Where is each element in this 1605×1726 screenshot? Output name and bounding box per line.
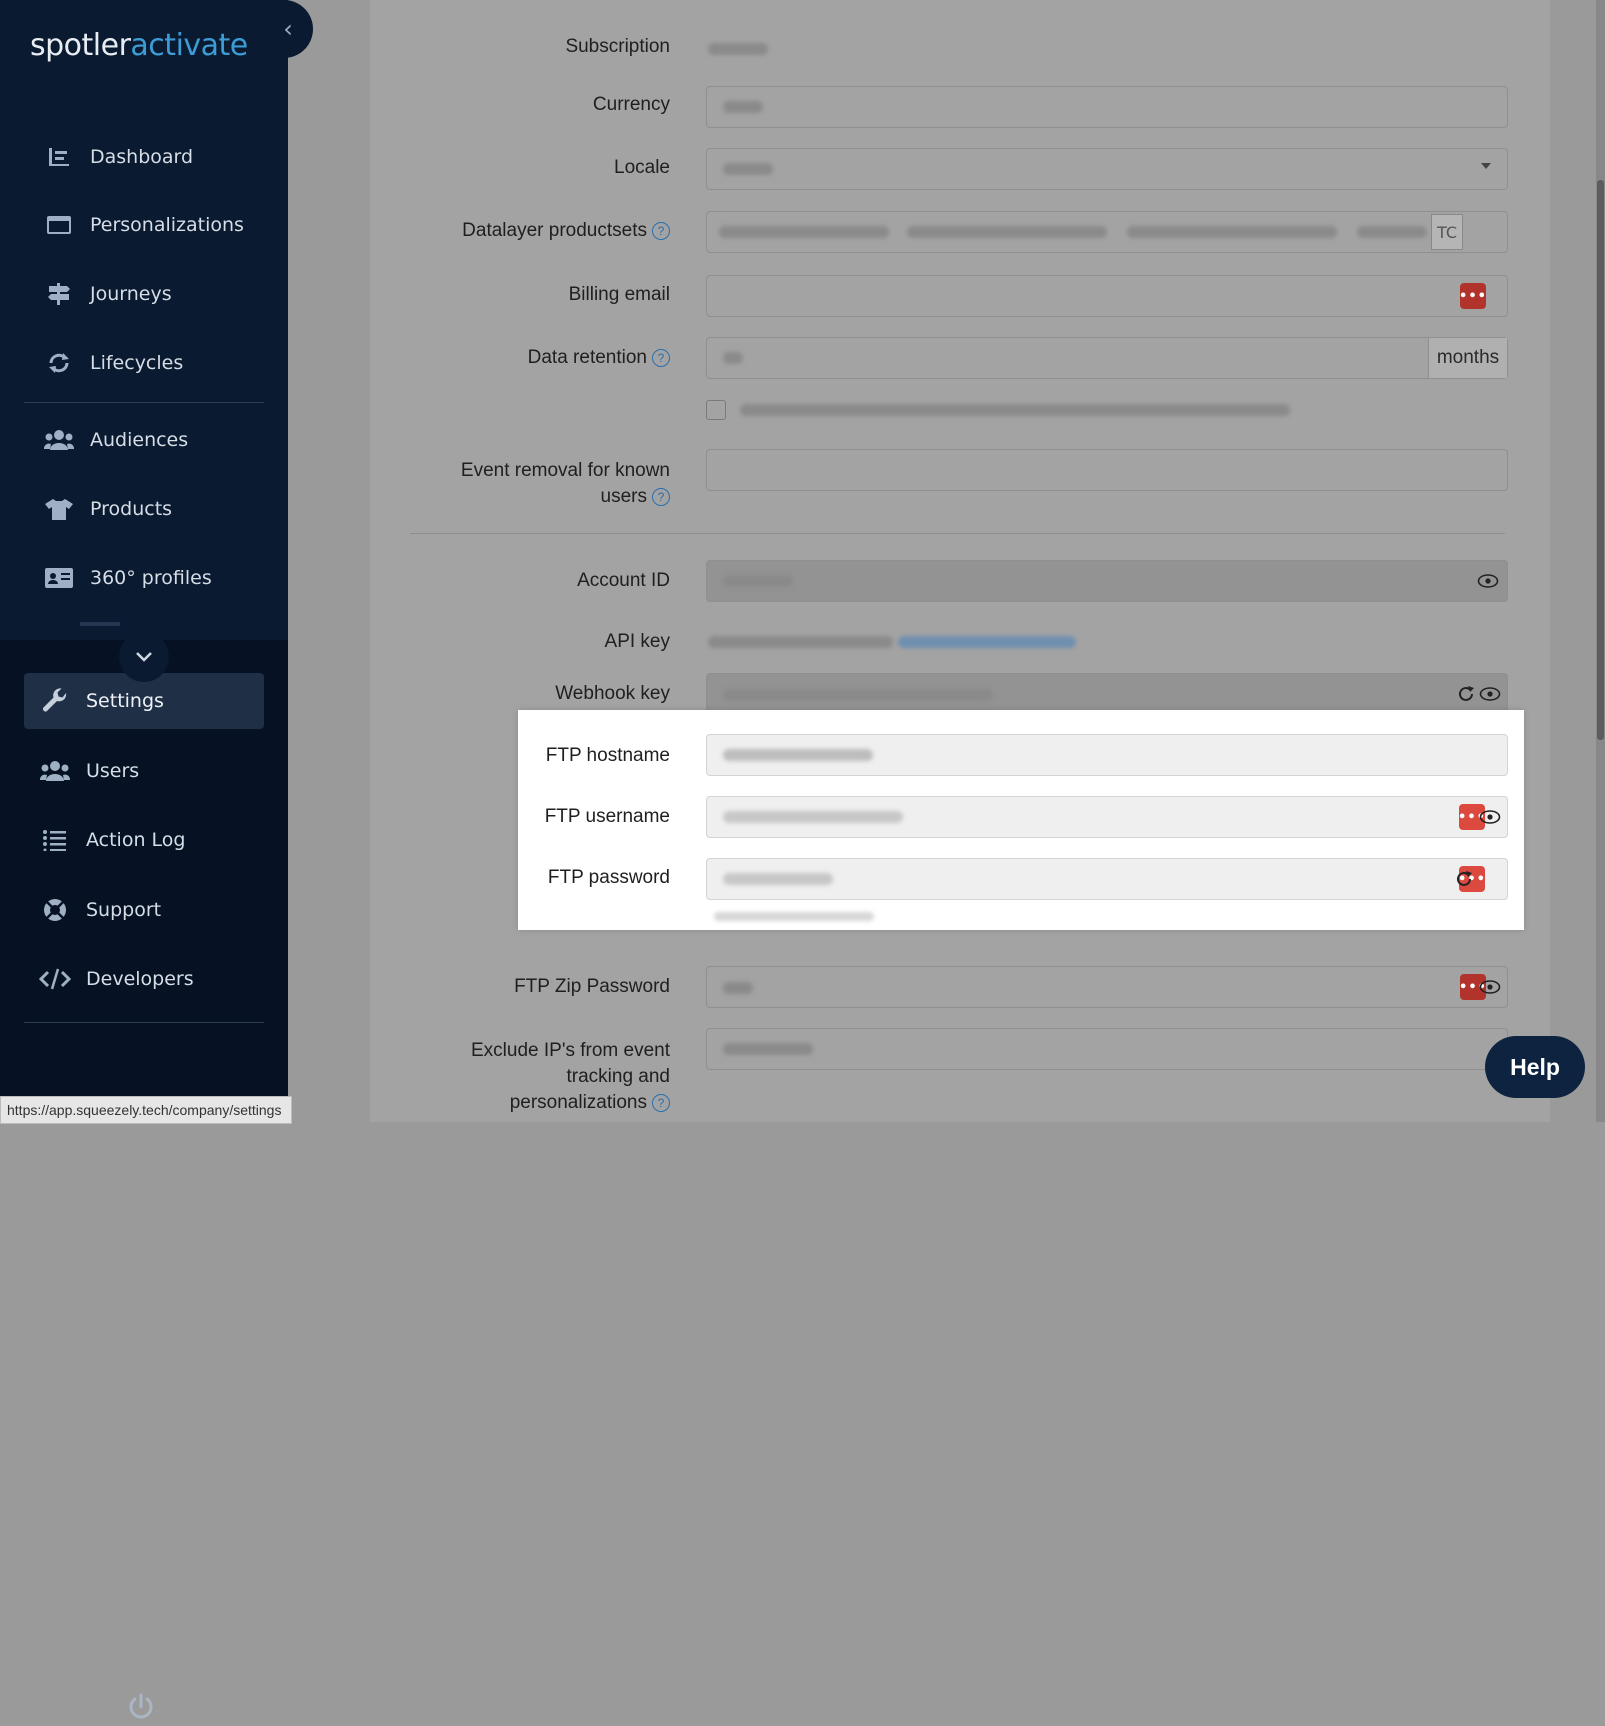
users-icon [38, 759, 72, 783]
billing-email-label: Billing email [568, 284, 670, 305]
sidebar-item-label: Products [90, 498, 173, 520]
account-id-label: Account ID [577, 570, 670, 591]
cycle-arrows-icon [42, 351, 76, 375]
sidebar-item-label: Lifecycles [90, 352, 184, 374]
id-card-icon [42, 566, 76, 590]
collapse-sidebar-button[interactable]: ‹ [255, 0, 313, 58]
users-group-icon [42, 428, 76, 452]
api-key-link[interactable] [898, 636, 1076, 648]
power-icon[interactable] [126, 1692, 156, 1722]
delete-identified-profiles-checkbox[interactable] [706, 400, 726, 420]
status-bar-url: https://app.squeezely.tech/company/setti… [0, 1096, 293, 1124]
sidebar-item-label: Support [86, 899, 162, 921]
section-divider [410, 533, 1505, 534]
sidebar-item-dashboard[interactable]: Dashboard [24, 129, 264, 185]
scroll-down-chevron-icon[interactable] [119, 632, 169, 682]
webhook-key-field [706, 673, 1508, 715]
sidebar-item-label: Personalizations [90, 214, 244, 236]
data-retention-unit: months [1428, 338, 1507, 378]
sidebar-item-label: Developers [86, 968, 194, 990]
help-icon[interactable]: ? [652, 221, 670, 240]
sidebar-item-label: Settings [86, 690, 164, 712]
sidebar-item-label: Audiences [90, 429, 189, 451]
help-button[interactable]: Help [1485, 1036, 1585, 1098]
ftp-highlight-box: FTP hostname FTP username ••• FTP passwo… [518, 710, 1524, 930]
productset-tag-overflow: TC [1431, 214, 1463, 250]
help-icon[interactable]: ? [652, 1093, 670, 1112]
sidebar-item-support[interactable]: Support [24, 882, 264, 938]
api-key-note [708, 636, 893, 648]
subscription-value [708, 43, 768, 55]
sidebar-item-label: 360° profiles [90, 567, 212, 589]
api-key-label: API key [604, 631, 670, 652]
sidebar-item-360-profiles[interactable]: 360° profiles [24, 550, 264, 606]
sidebar-item-developers[interactable]: Developers [24, 951, 264, 1007]
exclude-ips-field[interactable] [706, 1028, 1508, 1070]
billing-email-field[interactable]: ••• [706, 275, 1508, 317]
ftp-password-field[interactable]: ••• [706, 858, 1508, 900]
account-id-field [706, 560, 1508, 602]
sidebar-divider [24, 402, 264, 403]
currency-field[interactable] [706, 86, 1508, 128]
ftp-password-hint [714, 912, 874, 921]
lifebuoy-icon [38, 898, 72, 922]
eye-icon[interactable] [1479, 810, 1501, 824]
sidebar-item-label: Dashboard [90, 146, 194, 168]
ftp-password-label: FTP password [547, 867, 670, 888]
sidebar-item-users[interactable]: Users [24, 743, 264, 799]
event-removal-label: Event removal for known users? [460, 460, 670, 507]
locale-label: Locale [614, 157, 670, 178]
ftp-hostname-field[interactable] [706, 734, 1508, 776]
refresh-icon[interactable] [1455, 870, 1473, 888]
help-icon[interactable]: ? [652, 487, 670, 506]
eye-icon[interactable] [1479, 687, 1501, 701]
event-removal-field[interactable] [706, 449, 1508, 491]
ftp-zip-password-label: FTP Zip Password [514, 976, 670, 997]
caret-down-icon [1481, 163, 1491, 169]
ftp-username-label: FTP username [544, 806, 670, 827]
wrench-icon [38, 688, 72, 713]
data-retention-field[interactable]: months [706, 337, 1508, 379]
eye-icon[interactable] [1479, 980, 1501, 994]
checkbox-label-obscured [740, 404, 1290, 416]
sidebar-divider [24, 1022, 264, 1023]
help-icon[interactable]: ? [652, 348, 670, 367]
ftp-username-field[interactable]: ••• [706, 796, 1508, 838]
sidebar-item-journeys[interactable]: Journeys [24, 266, 264, 322]
data-retention-label: Data retention? [480, 347, 670, 369]
currency-label: Currency [592, 94, 670, 115]
eye-icon[interactable] [1477, 574, 1499, 588]
password-manager-icon[interactable]: ••• [1459, 283, 1486, 309]
ftp-hostname-label: FTP hostname [545, 745, 670, 766]
subscription-label: Subscription [565, 36, 670, 57]
datalayer-productsets-label: Datalayer productsets? [400, 220, 670, 242]
locale-select[interactable] [706, 148, 1508, 190]
scrollbar-thumb[interactable] [1597, 180, 1604, 740]
chevron-left-icon: ‹ [283, 15, 293, 43]
datalayer-productsets-field[interactable]: TC [706, 211, 1508, 253]
refresh-icon[interactable] [1457, 685, 1475, 703]
dashboard-icon [42, 145, 76, 169]
tshirt-icon [42, 497, 76, 521]
sidebar-item-label: Users [86, 760, 140, 782]
browser-window-icon [42, 213, 76, 237]
sidebar-item-audiences[interactable]: Audiences [24, 412, 264, 468]
sidebar-item-action-log[interactable]: Action Log [24, 812, 264, 868]
sidebar-item-personalizations[interactable]: Personalizations [24, 197, 264, 253]
sidebar-item-products[interactable]: Products [24, 481, 264, 537]
signpost-icon [42, 282, 76, 306]
ftp-zip-password-field[interactable]: ••• [706, 966, 1508, 1008]
code-icon [38, 967, 72, 991]
sidebar-item-label: Journeys [90, 283, 172, 305]
logo[interactable]: spotleractivate [30, 28, 248, 63]
sidebar-lower-section: Settings Users Action Log Support Develo… [0, 640, 288, 1719]
sidebar-item-lifecycles[interactable]: Lifecycles [24, 335, 264, 391]
hidden-nav-item-peek [80, 622, 120, 626]
sidebar-item-label: Action Log [86, 829, 186, 851]
webhook-key-label: Webhook key [555, 683, 670, 704]
list-icon [38, 828, 72, 852]
exclude-ips-label: Exclude IP's from event tracking and perso… [471, 1040, 670, 1113]
